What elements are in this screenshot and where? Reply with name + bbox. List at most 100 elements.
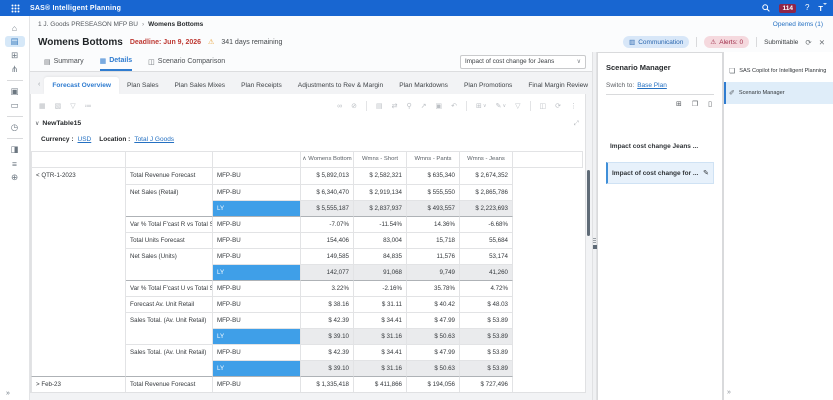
splitter-grip[interactable] (593, 238, 596, 249)
value-cell[interactable]: $ 53.89 (460, 312, 513, 328)
value-cell[interactable]: 84,835 (354, 248, 407, 264)
dashboard-icon[interactable]: ⊞ (5, 50, 25, 61)
subtab-scroll-left-icon[interactable]: ‹ (34, 81, 44, 94)
value-cell[interactable]: $ 31.16 (354, 328, 407, 344)
layers-icon[interactable]: ≡ (5, 158, 25, 169)
person-icon[interactable]: ⚲ (407, 102, 412, 110)
value-cell[interactable]: $ 727,496 (460, 376, 513, 392)
clipboard-icon[interactable]: ▤ (376, 102, 383, 110)
calendar-icon[interactable]: ▦ (39, 102, 46, 110)
notifications-badge[interactable]: 114 (779, 4, 796, 13)
home-icon[interactable]: ⌂ (5, 22, 25, 33)
base-plan-link[interactable]: Base Plan (637, 82, 667, 89)
undo-icon[interactable]: ↶ (451, 102, 457, 110)
rail-item-sas-copilot-for-intelligent-planning[interactable]: ❏SAS Copilot for Intelligent Planning (724, 60, 833, 82)
close-icon[interactable]: ✕ (819, 38, 825, 47)
refresh-icon[interactable]: ⟳ (805, 38, 811, 47)
collapse-icon[interactable]: ∨ (35, 120, 39, 127)
subtab-plan-promotions[interactable]: Plan Promotions (456, 77, 520, 94)
value-cell[interactable]: 91,068 (354, 264, 407, 280)
vertical-scrollbar[interactable] (587, 170, 590, 236)
breadcrumb-parent[interactable]: 1 J. Goods PRESEASON MFP BU (38, 21, 138, 28)
review-icon[interactable]: ◨ (5, 144, 25, 155)
save-icon[interactable]: ◫ (540, 102, 547, 110)
alerts-button[interactable]: ⚠ Alerts: 0 (704, 36, 749, 48)
rail-expand-icon[interactable]: » (727, 389, 731, 396)
value-cell[interactable]: $ 50.63 (407, 360, 460, 376)
subtab-adjustments-to-rev-margin[interactable]: Adjustments to Rev & Margin (290, 77, 391, 94)
value-cell[interactable]: $ 39.10 (301, 328, 354, 344)
value-cell[interactable]: $ 42.39 (301, 344, 354, 360)
value-cell[interactable]: 149,585 (301, 248, 354, 264)
value-cell[interactable]: $ 31.11 (354, 296, 407, 312)
value-cell[interactable]: -7.07% (301, 216, 354, 232)
value-cell[interactable]: 35.78% (407, 280, 460, 296)
rail-item-scenario-manager[interactable]: ✐Scenario Manager (724, 82, 833, 104)
subtab-plan-sales-mixes[interactable]: Plan Sales Mixes (167, 77, 234, 94)
value-cell[interactable]: $ 5,555,187 (301, 200, 354, 216)
subtab-plan-sales[interactable]: Plan Sales (119, 77, 167, 94)
value-cell[interactable]: $ 53.89 (460, 328, 513, 344)
subtab-final-margin-review[interactable]: Final Margin Review (520, 77, 592, 94)
reports-icon[interactable]: ▤ (5, 36, 25, 47)
tab-scenario-comparison[interactable]: ◫ Scenario Comparison (148, 52, 225, 71)
history-icon[interactable]: ◷ (5, 122, 25, 133)
scenario-item[interactable]: Impact cost change Jeans ... (606, 137, 714, 156)
value-cell[interactable]: 14.36% (407, 216, 460, 232)
value-cell[interactable]: $ 2,837,937 (354, 200, 407, 216)
link-icon[interactable]: ∞ (337, 103, 342, 110)
attach-menu-icon[interactable]: ✎∨ (496, 102, 507, 110)
value-cell[interactable]: $ 40.42 (407, 296, 460, 312)
new-scenario-icon[interactable]: ⊞ (676, 100, 682, 108)
search-icon[interactable] (762, 0, 770, 17)
add-plan-icon[interactable]: ⊕ (5, 172, 25, 183)
grid-menu-icon[interactable]: ⊞∨ (476, 102, 487, 110)
value-cell[interactable]: -6.68% (460, 216, 513, 232)
value-cell[interactable]: $ 47.99 (407, 344, 460, 360)
column-header[interactable]: Wmns - Short (354, 151, 407, 168)
value-cell[interactable]: $ 635,340 (407, 168, 460, 184)
subtab-plan-receipts[interactable]: Plan Receipts (233, 77, 290, 94)
edit-icon[interactable]: ✎ (703, 169, 709, 177)
value-cell[interactable]: 41,260 (460, 264, 513, 280)
value-cell[interactable]: $ 493,557 (407, 200, 460, 216)
folder-icon[interactable]: ▭ (5, 100, 25, 111)
value-cell[interactable]: $ 50.63 (407, 328, 460, 344)
value-cell[interactable]: 15,718 (407, 232, 460, 248)
value-cell[interactable]: 4.72% (460, 280, 513, 296)
delete-scenario-icon[interactable]: ▯ (708, 100, 712, 108)
subtab-forecast-overview[interactable]: Forecast Overview (44, 77, 119, 94)
column-header[interactable]: Wmns - Jeans (460, 151, 513, 168)
location-link[interactable]: Total J Goods (134, 136, 174, 143)
tab-summary[interactable]: ▤ Summary (44, 52, 84, 71)
value-cell[interactable]: $ 34.41 (354, 344, 407, 360)
value-cell[interactable]: $ 6,340,470 (301, 184, 354, 200)
value-cell[interactable]: 154,406 (301, 232, 354, 248)
value-cell[interactable]: $ 2,865,786 (460, 184, 513, 200)
value-cell[interactable]: $ 53.89 (460, 360, 513, 376)
value-cell[interactable]: $ 42.39 (301, 312, 354, 328)
value-cell[interactable]: -11.54% (354, 216, 407, 232)
value-cell[interactable]: $ 34.41 (354, 312, 407, 328)
value-cell[interactable]: $ 48.03 (460, 296, 513, 312)
value-cell[interactable]: 9,749 (407, 264, 460, 280)
scenario-item[interactable]: Impact of cost change for ...✎ (606, 162, 714, 184)
expand-table-icon[interactable]: ⤢ (574, 120, 579, 128)
scenario-dropdown[interactable]: Impact of cost change for Jeans ∨ (460, 55, 586, 69)
filter-icon[interactable]: ▽ (70, 102, 75, 110)
value-cell[interactable]: 3.22% (301, 280, 354, 296)
print-icon[interactable]: ▣ (436, 102, 443, 110)
value-cell[interactable]: $ 194,056 (407, 376, 460, 392)
opened-items-link[interactable]: Opened items (1) (773, 21, 823, 28)
subtab-plan-markdowns[interactable]: Plan Markdowns (391, 77, 456, 94)
unlink-icon[interactable]: ⊘ (351, 102, 357, 110)
value-cell[interactable]: 83,004 (354, 232, 407, 248)
value-cell[interactable]: $ 53.89 (460, 344, 513, 360)
communication-button[interactable]: ▥ Communication (623, 36, 689, 48)
list-icon[interactable]: ≔ (85, 102, 92, 110)
column-header[interactable]: Wmns - Pants (407, 151, 460, 168)
tab-details[interactable]: ▦ Details (100, 52, 133, 71)
value-cell[interactable]: 53,174 (460, 248, 513, 264)
currency-link[interactable]: USD (78, 136, 92, 143)
value-cell[interactable]: 11,576 (407, 248, 460, 264)
